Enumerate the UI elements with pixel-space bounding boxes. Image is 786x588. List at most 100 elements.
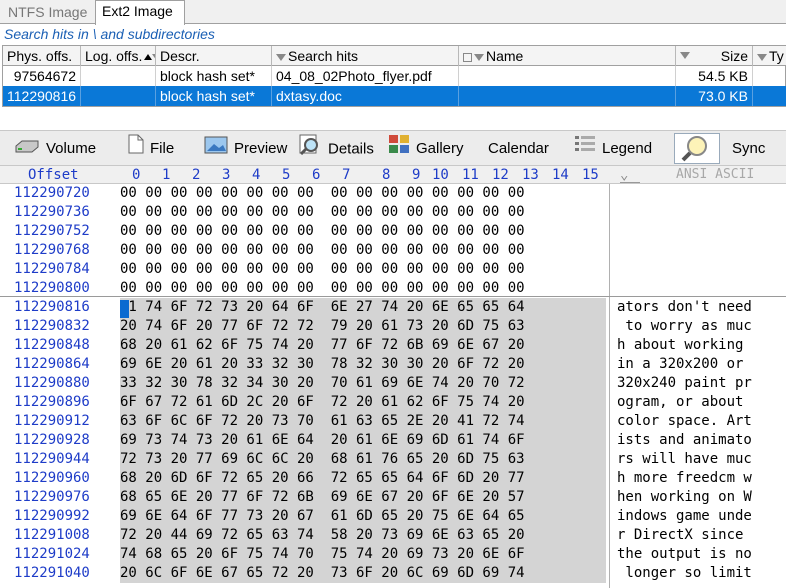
- hex-offset: 112290736: [14, 204, 90, 220]
- ansi-text[interactable]: ators don't need: [617, 298, 752, 317]
- hex-row: 112290880 33 32 30 78 32 34 30 20 70 61 …: [0, 374, 786, 393]
- ansi-text[interactable]: r DirectX since: [617, 526, 752, 545]
- gallery-button[interactable]: Gallery: [384, 133, 470, 164]
- ansi-text[interactable]: h more freedcm w: [617, 469, 752, 488]
- hex-offset: 112290944: [14, 451, 90, 467]
- hex-offset: 112290992: [14, 508, 90, 524]
- sync-button[interactable]: Sync: [728, 133, 786, 164]
- filter-icon[interactable]: [680, 52, 690, 59]
- hex-bytes[interactable]: 00 00 00 00 00 00 00 00 00 00 00 00 00 0…: [120, 241, 525, 260]
- ansi-text[interactable]: 320x240 paint pr: [617, 374, 752, 393]
- hex-bytes[interactable]: 69 73 74 73 20 61 6E 64 20 61 6E 69 6D 6…: [120, 431, 606, 450]
- column-header-name[interactable]: Name: [459, 46, 676, 66]
- ansi-text[interactable]: color space. Art: [617, 412, 752, 431]
- ansi-text[interactable]: the output is no: [617, 545, 752, 564]
- legend-button[interactable]: Legend: [570, 133, 660, 164]
- hex-bytes[interactable]: 69 6E 64 6F 77 73 20 67 61 6D 65 20 75 6…: [120, 507, 606, 526]
- column-header-label: Ty: [769, 48, 784, 64]
- gallery-label: Gallery: [416, 140, 464, 157]
- hex-bytes[interactable]: 68 65 6E 20 77 6F 72 6B 69 6E 67 20 6F 6…: [120, 488, 606, 507]
- hex-row: 112291024 74 68 65 20 6F 75 74 70 75 74 …: [0, 545, 786, 564]
- hex-bytes[interactable]: 00 00 00 00 00 00 00 00 00 00 00 00 00 0…: [120, 222, 525, 241]
- tab-ntfs-image[interactable]: NTFS Image: [2, 2, 94, 24]
- hex-offset: 112290784: [14, 261, 90, 277]
- file-label: File: [150, 140, 175, 157]
- hex-bytes[interactable]: 68 20 61 62 6F 75 74 20 77 6F 72 6B 69 6…: [120, 336, 606, 355]
- hex-bytes[interactable]: 20 6C 6F 6E 67 65 72 20 73 6F 20 6C 69 6…: [120, 564, 606, 583]
- ansi-text[interactable]: h about working: [617, 336, 752, 355]
- column-number: 8: [382, 167, 391, 183]
- column-header-label: Size: [720, 48, 748, 64]
- tab-ext2-image[interactable]: Ext2 Image: [95, 0, 185, 25]
- column-header-descr[interactable]: Descr.: [156, 46, 272, 66]
- ansi-text[interactable]: ists and animato: [617, 431, 752, 450]
- hex-bytes[interactable]: 00 00 00 00 00 00 00 00 00 00 00 00 00 0…: [120, 203, 525, 222]
- column-header-search-hits[interactable]: Search hits: [272, 46, 459, 66]
- magnifier-doc-icon: [298, 133, 322, 166]
- hex-row: 112290816 1 74 6F 72 73 20 64 6F 6E 27 7…: [0, 298, 786, 317]
- hex-bytes[interactable]: 00 00 00 00 00 00 00 00 00 00 00 00 00 0…: [120, 260, 525, 279]
- results-table-header: Phys. offs. Log. offs. Descr. Search hit…: [3, 46, 786, 66]
- hex-offset: 112291008: [14, 527, 90, 543]
- column-header-label: Search hits: [288, 48, 359, 64]
- hex-offset: 112290720: [14, 185, 90, 201]
- hex-row: 112290784 00 00 00 00 00 00 00 00 00 00 …: [0, 260, 786, 279]
- hex-bytes[interactable]: 69 6E 20 61 20 33 32 30 78 32 30 30 20 6…: [120, 355, 606, 374]
- hex-bytes[interactable]: 72 20 44 69 72 65 63 74 58 20 73 69 6E 6…: [120, 526, 606, 545]
- hex-row: 112290896 6F 67 72 61 6D 2C 20 6F 72 20 …: [0, 393, 786, 412]
- table-row[interactable]: 97564672 block hash set* 04_08_02Photo_f…: [3, 66, 786, 86]
- filter-icon[interactable]: [474, 53, 484, 61]
- column-header-label: Phys. offs.: [7, 48, 73, 64]
- ansi-text[interactable]: in a 320x200 or: [617, 355, 752, 374]
- column-header-size[interactable]: Size: [676, 46, 753, 66]
- hex-bytes[interactable]: 6F 67 72 61 6D 2C 20 6F 72 20 61 62 6F 7…: [120, 393, 606, 412]
- details-button[interactable]: Details: [294, 133, 380, 164]
- preview-button[interactable]: Preview: [200, 133, 292, 164]
- cell-descr: block hash set*: [156, 66, 272, 86]
- column-number: 15: [582, 167, 599, 183]
- column-header-phys-offs[interactable]: Phys. offs.: [3, 46, 81, 66]
- filter-icon[interactable]: [757, 53, 767, 61]
- ansi-text[interactable]: longer so limit: [617, 564, 751, 583]
- ansi-text[interactable]: rs will have muc: [617, 450, 752, 469]
- hex-data-view[interactable]: 112290720 00 00 00 00 00 00 00 00 00 00 …: [0, 184, 786, 588]
- chevron-down-icon[interactable]: ⌄: [620, 166, 640, 183]
- search-toggle-button[interactable]: [674, 133, 720, 164]
- hex-column-header: Offset 0 1 2 3 4 5 6 7 8 9 10 11 12 13 1…: [0, 166, 786, 184]
- hex-offset: 112290976: [14, 489, 90, 505]
- hex-bytes[interactable]: 20 74 6F 20 77 6F 72 72 79 20 61 73 20 6…: [120, 317, 606, 336]
- hex-bytes[interactable]: 63 6F 6C 6F 72 20 73 70 61 63 65 2E 20 4…: [120, 412, 606, 431]
- hex-bytes[interactable]: 72 73 20 77 69 6C 6C 20 68 61 76 65 20 6…: [120, 450, 606, 469]
- picture-icon: [204, 134, 228, 165]
- calendar-button[interactable]: Calendar: [484, 133, 562, 164]
- table-row-selected[interactable]: 112290816 block hash set* dxtasy.doc 73.…: [3, 86, 786, 106]
- ansi-text[interactable]: indows game unde: [617, 507, 752, 526]
- hex-offset: 112290768: [14, 242, 90, 258]
- filter-icon[interactable]: [276, 53, 286, 61]
- cell-log-offs: [81, 66, 156, 86]
- search-scope-hint[interactable]: Search hits in \ and subdirectories: [4, 24, 215, 44]
- hex-bytes[interactable]: 68 20 6D 6F 72 65 20 66 72 65 65 64 6F 6…: [120, 469, 606, 488]
- cell-descr: block hash set*: [156, 86, 272, 106]
- hex-row: 112290944 72 73 20 77 69 6C 6C 20 68 61 …: [0, 450, 786, 469]
- column-header-type[interactable]: Ty: [753, 46, 786, 66]
- hex-row: 112290912 63 6F 6C 6F 72 20 73 70 61 63 …: [0, 412, 786, 431]
- hex-bytes[interactable]: 1 74 6F 72 73 20 64 6F 6E 27 74 20 6E 65…: [120, 298, 606, 317]
- hex-offset: 112290752: [14, 223, 90, 239]
- calendar-label: Calendar: [488, 140, 549, 157]
- hex-bytes[interactable]: 74 68 65 20 6F 75 74 70 75 74 20 69 73 2…: [120, 545, 606, 564]
- select-all-checkbox[interactable]: [463, 52, 472, 62]
- volume-button[interactable]: Volume: [10, 133, 108, 164]
- file-button[interactable]: File: [124, 133, 190, 164]
- cell-phys-offs: 112290816: [3, 86, 81, 106]
- hex-row: 112290752 00 00 00 00 00 00 00 00 00 00 …: [0, 222, 786, 241]
- column-header-log-offs[interactable]: Log. offs.: [81, 46, 156, 66]
- column-number: 5: [282, 167, 291, 183]
- ansi-text[interactable]: to worry as muc: [617, 317, 751, 336]
- cell-size: 54.5 KB: [676, 66, 753, 86]
- image-tab-bar: NTFS Image Ext2 Image: [0, 0, 786, 25]
- hex-bytes[interactable]: 33 32 30 78 32 34 30 20 70 61 69 6E 74 2…: [120, 374, 606, 393]
- hex-bytes[interactable]: 00 00 00 00 00 00 00 00 00 00 00 00 00 0…: [120, 184, 525, 203]
- ansi-text[interactable]: ogram, or about: [617, 393, 752, 412]
- ansi-text[interactable]: hen working on W: [617, 488, 752, 507]
